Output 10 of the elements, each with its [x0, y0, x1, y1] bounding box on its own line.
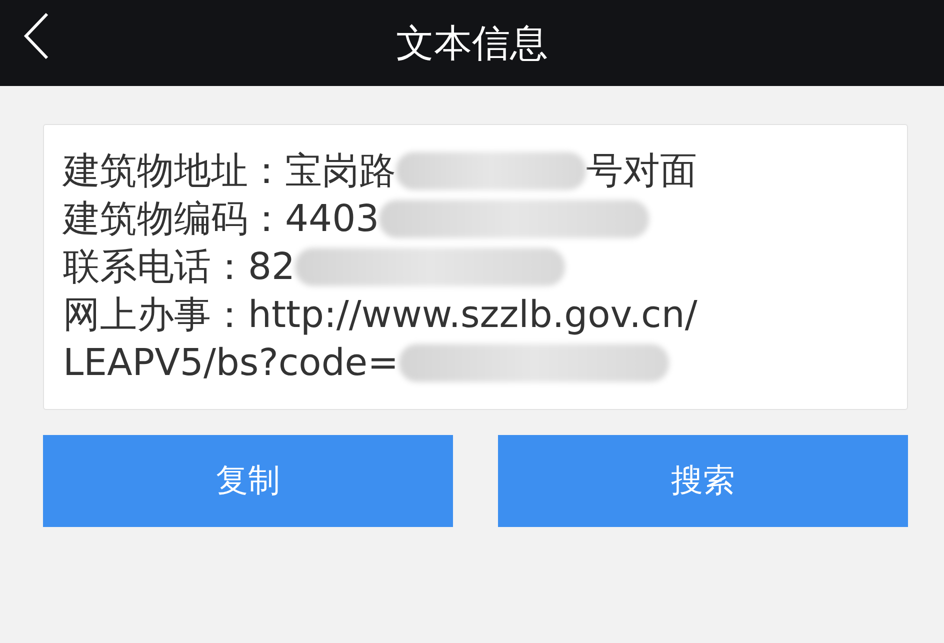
message-text: 号对面: [586, 148, 697, 194]
message-text: 建筑物地址：宝岗路: [63, 148, 396, 194]
action-button[interactable]: 复制: [43, 435, 453, 527]
action-button[interactable]: 搜索: [498, 435, 908, 527]
message-text: 联系电话：82: [63, 244, 296, 290]
back-icon[interactable]: [23, 12, 49, 60]
message-text: 建筑物编码：4403: [63, 196, 380, 242]
message-text: 网上办事：http://www.szzlb.gov.cn/: [63, 292, 698, 338]
message-text: LEAPV5/bs?code=: [63, 340, 399, 386]
screen-title: 文本信息: [396, 20, 548, 66]
